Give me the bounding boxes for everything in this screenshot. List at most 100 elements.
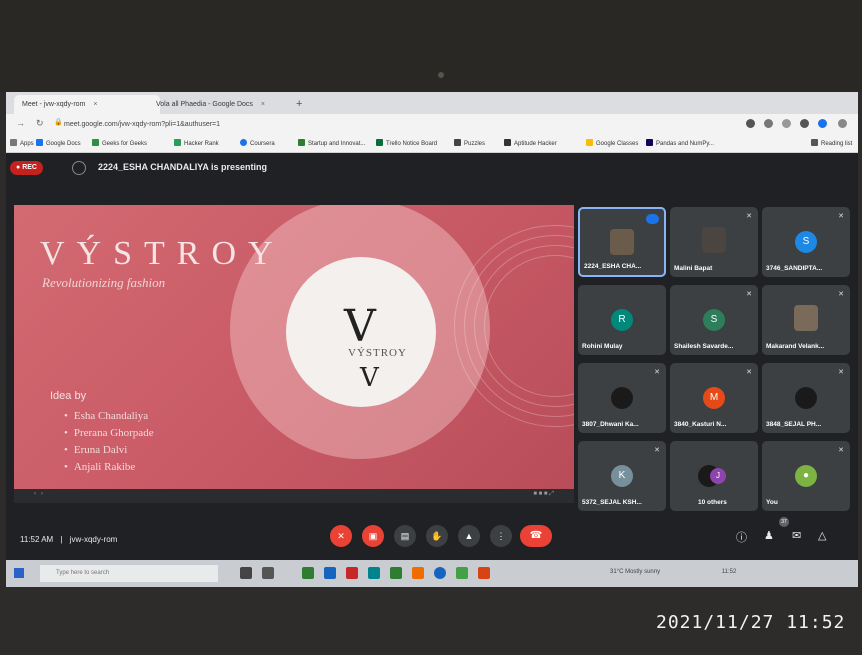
taskbar-search-box[interactable]: Type here to search [40,565,218,582]
camera-toggle-button[interactable]: ▣ [362,525,384,547]
mic-off-icon: ✕ [654,447,660,454]
menu-dots-icon[interactable] [838,119,847,128]
bookmark-pandas[interactable]: Pandas and NumPy... [646,138,714,150]
people-icon[interactable]: ♟ [764,529,774,542]
avatar [610,229,634,255]
star-icon[interactable] [800,119,809,128]
weather-text: 31°C Mostly sunny [610,569,661,575]
recording-badge: ● REC [10,161,43,175]
participant-name: 10 others [698,499,727,506]
participant-name: 3807_Dhwani Ka... [582,421,639,428]
participant-name: Shailesh Savarde... [674,343,734,350]
bookmark-trello[interactable]: Trello Notice Board [376,138,437,150]
activities-icon[interactable]: △ [818,529,826,542]
reload-icon[interactable]: ↻ [36,118,44,129]
present-now-button[interactable]: ▲ [458,525,480,547]
avatar [795,387,817,409]
bookmark-startup[interactable]: Startup and Innovat... [298,138,365,150]
close-icon[interactable]: × [93,101,97,108]
tab-docs[interactable]: Vola all Phaedia - Google Docs × [148,95,299,114]
mic-off-icon: ✕ [746,213,752,220]
zoom-icon[interactable] [764,119,773,128]
camera-icon[interactable] [746,119,755,128]
present-icon [72,161,86,175]
windows-start-icon[interactable] [14,568,24,578]
avatar [794,305,818,331]
new-tab-button[interactable]: + [296,95,302,114]
back-arrow-icon[interactable]: → [16,118,25,128]
mic-off-icon: ✕ [838,447,844,454]
bookmark-hackerrank[interactable]: Hacker Rank [174,138,219,150]
share-icon[interactable] [782,119,791,128]
laptop-bezel [0,0,862,92]
participant-tile[interactable]: ✕ K 5372_SEJAL KSH... [578,441,666,511]
mic-toggle-button[interactable]: ✕ [330,525,352,547]
app-icon[interactable] [390,567,402,579]
profile-avatar[interactable] [818,119,827,128]
tab-meet-label: Meet - jvw-xqdy-rom [22,101,86,108]
raise-hand-button[interactable]: ✋ [426,525,448,547]
bookmark-puzzles[interactable]: Puzzles [454,138,485,150]
app-icon[interactable] [368,567,380,579]
folder-icon[interactable] [412,567,424,579]
slide-tagline: Revolutionizing fashion [42,275,166,290]
participant-tile[interactable]: ✕ M 3840_Kasturi N... [670,363,758,433]
avatar: S [795,231,817,253]
check-icon[interactable] [456,567,468,579]
participant-tile[interactable]: 2224_ESHA CHA... [578,207,666,277]
participant-tile[interactable]: ✕ 3807_Dhwani Ka... [578,363,666,433]
bookmark-aptitude[interactable]: Aptitude Hacker [504,138,557,150]
slide-author-list: Esha Chandaliya Prerana Ghorpade Eruna D… [64,408,154,476]
system-tray: 31°C Mostly sunny 11:52 [610,569,736,575]
participant-name: Malini Bapat [674,265,713,272]
bookmark-google-classes[interactable]: Google Classes [586,138,638,150]
bookmark-apps[interactable]: Apps [10,138,34,150]
participant-tile[interactable]: ✕ S Shailesh Savarde... [670,285,758,355]
app-icon[interactable] [324,567,336,579]
avatar [611,387,633,409]
participant-tile[interactable]: R Rohini Mulay [578,285,666,355]
logo-wordmark: VÝSTROY [348,347,407,359]
presenting-banner: 2224_ESHA CHANDALIYA is presenting [98,162,268,172]
captions-button[interactable]: ▤ [394,525,416,547]
participant-tile-self[interactable]: ✕ ● You [762,441,850,511]
participant-tile[interactable]: ✕ S 3746_SANDIPTA... [762,207,850,277]
bookmark-google-docs[interactable]: Google Docs [36,138,81,150]
close-icon[interactable]: × [261,101,265,108]
list-item: Prerana Ghorpade [64,425,154,442]
meet-window: ● REC 2224_ESHA CHANDALIYA is presenting… [6,153,858,587]
bookmark-reading-list[interactable]: Reading list [811,138,852,150]
avatar: R [611,309,633,331]
slide-view-controls[interactable]: ■ ■ ■ ⤢ [533,491,554,498]
chrome-icon[interactable] [434,567,446,579]
chat-icon[interactable]: ✉ [792,529,801,542]
participant-tile-others[interactable]: J 10 others [670,441,758,511]
app-icon[interactable] [346,567,358,579]
webcam-lens [438,72,444,78]
bookmark-coursera[interactable]: Coursera [240,138,275,150]
participant-tile[interactable]: ✕ Makarand Velank... [762,285,850,355]
office-icon[interactable] [478,567,490,579]
more-options-button[interactable]: ⋮ [490,525,512,547]
tab-meet[interactable]: Meet - jvw-xqdy-rom × [14,95,160,114]
url-field[interactable]: meet.google.com/jvw-xqdy-rom?pli=1&authu… [64,118,220,132]
participant-tile[interactable]: ✕ 3848_SEJAL PH... [762,363,850,433]
participant-name: 3840_Kasturi N... [674,421,727,428]
leave-call-button[interactable]: ☎ [520,525,552,547]
slide-idea-heading: Idea by [50,390,87,402]
bookmark-geeks[interactable]: Geeks for Geeks [92,138,147,150]
task-view-icon[interactable] [262,567,274,579]
info-icon[interactable]: ⓘ [736,529,747,545]
presentation-slide: V VÝSTROY V VÝSTROY Revolutionizing fash… [14,205,574,489]
slide-brand-title: VÝSTROY [40,235,285,272]
participant-name: 5372_SEJAL KSH... [582,499,642,506]
lock-icon: 🔒 [54,119,63,126]
search-icon[interactable] [240,567,252,579]
mic-off-icon: ✕ [746,369,752,376]
app-icon[interactable] [302,567,314,579]
clock-text: 11:52 [721,569,737,575]
user-icon: ● [795,465,817,487]
participant-tile[interactable]: ✕ Malini Bapat [670,207,758,277]
slide-nav-arrows[interactable]: ‹ › [34,491,43,497]
windows-taskbar: Type here to search 31°C Mostly sunny 11… [6,560,858,587]
